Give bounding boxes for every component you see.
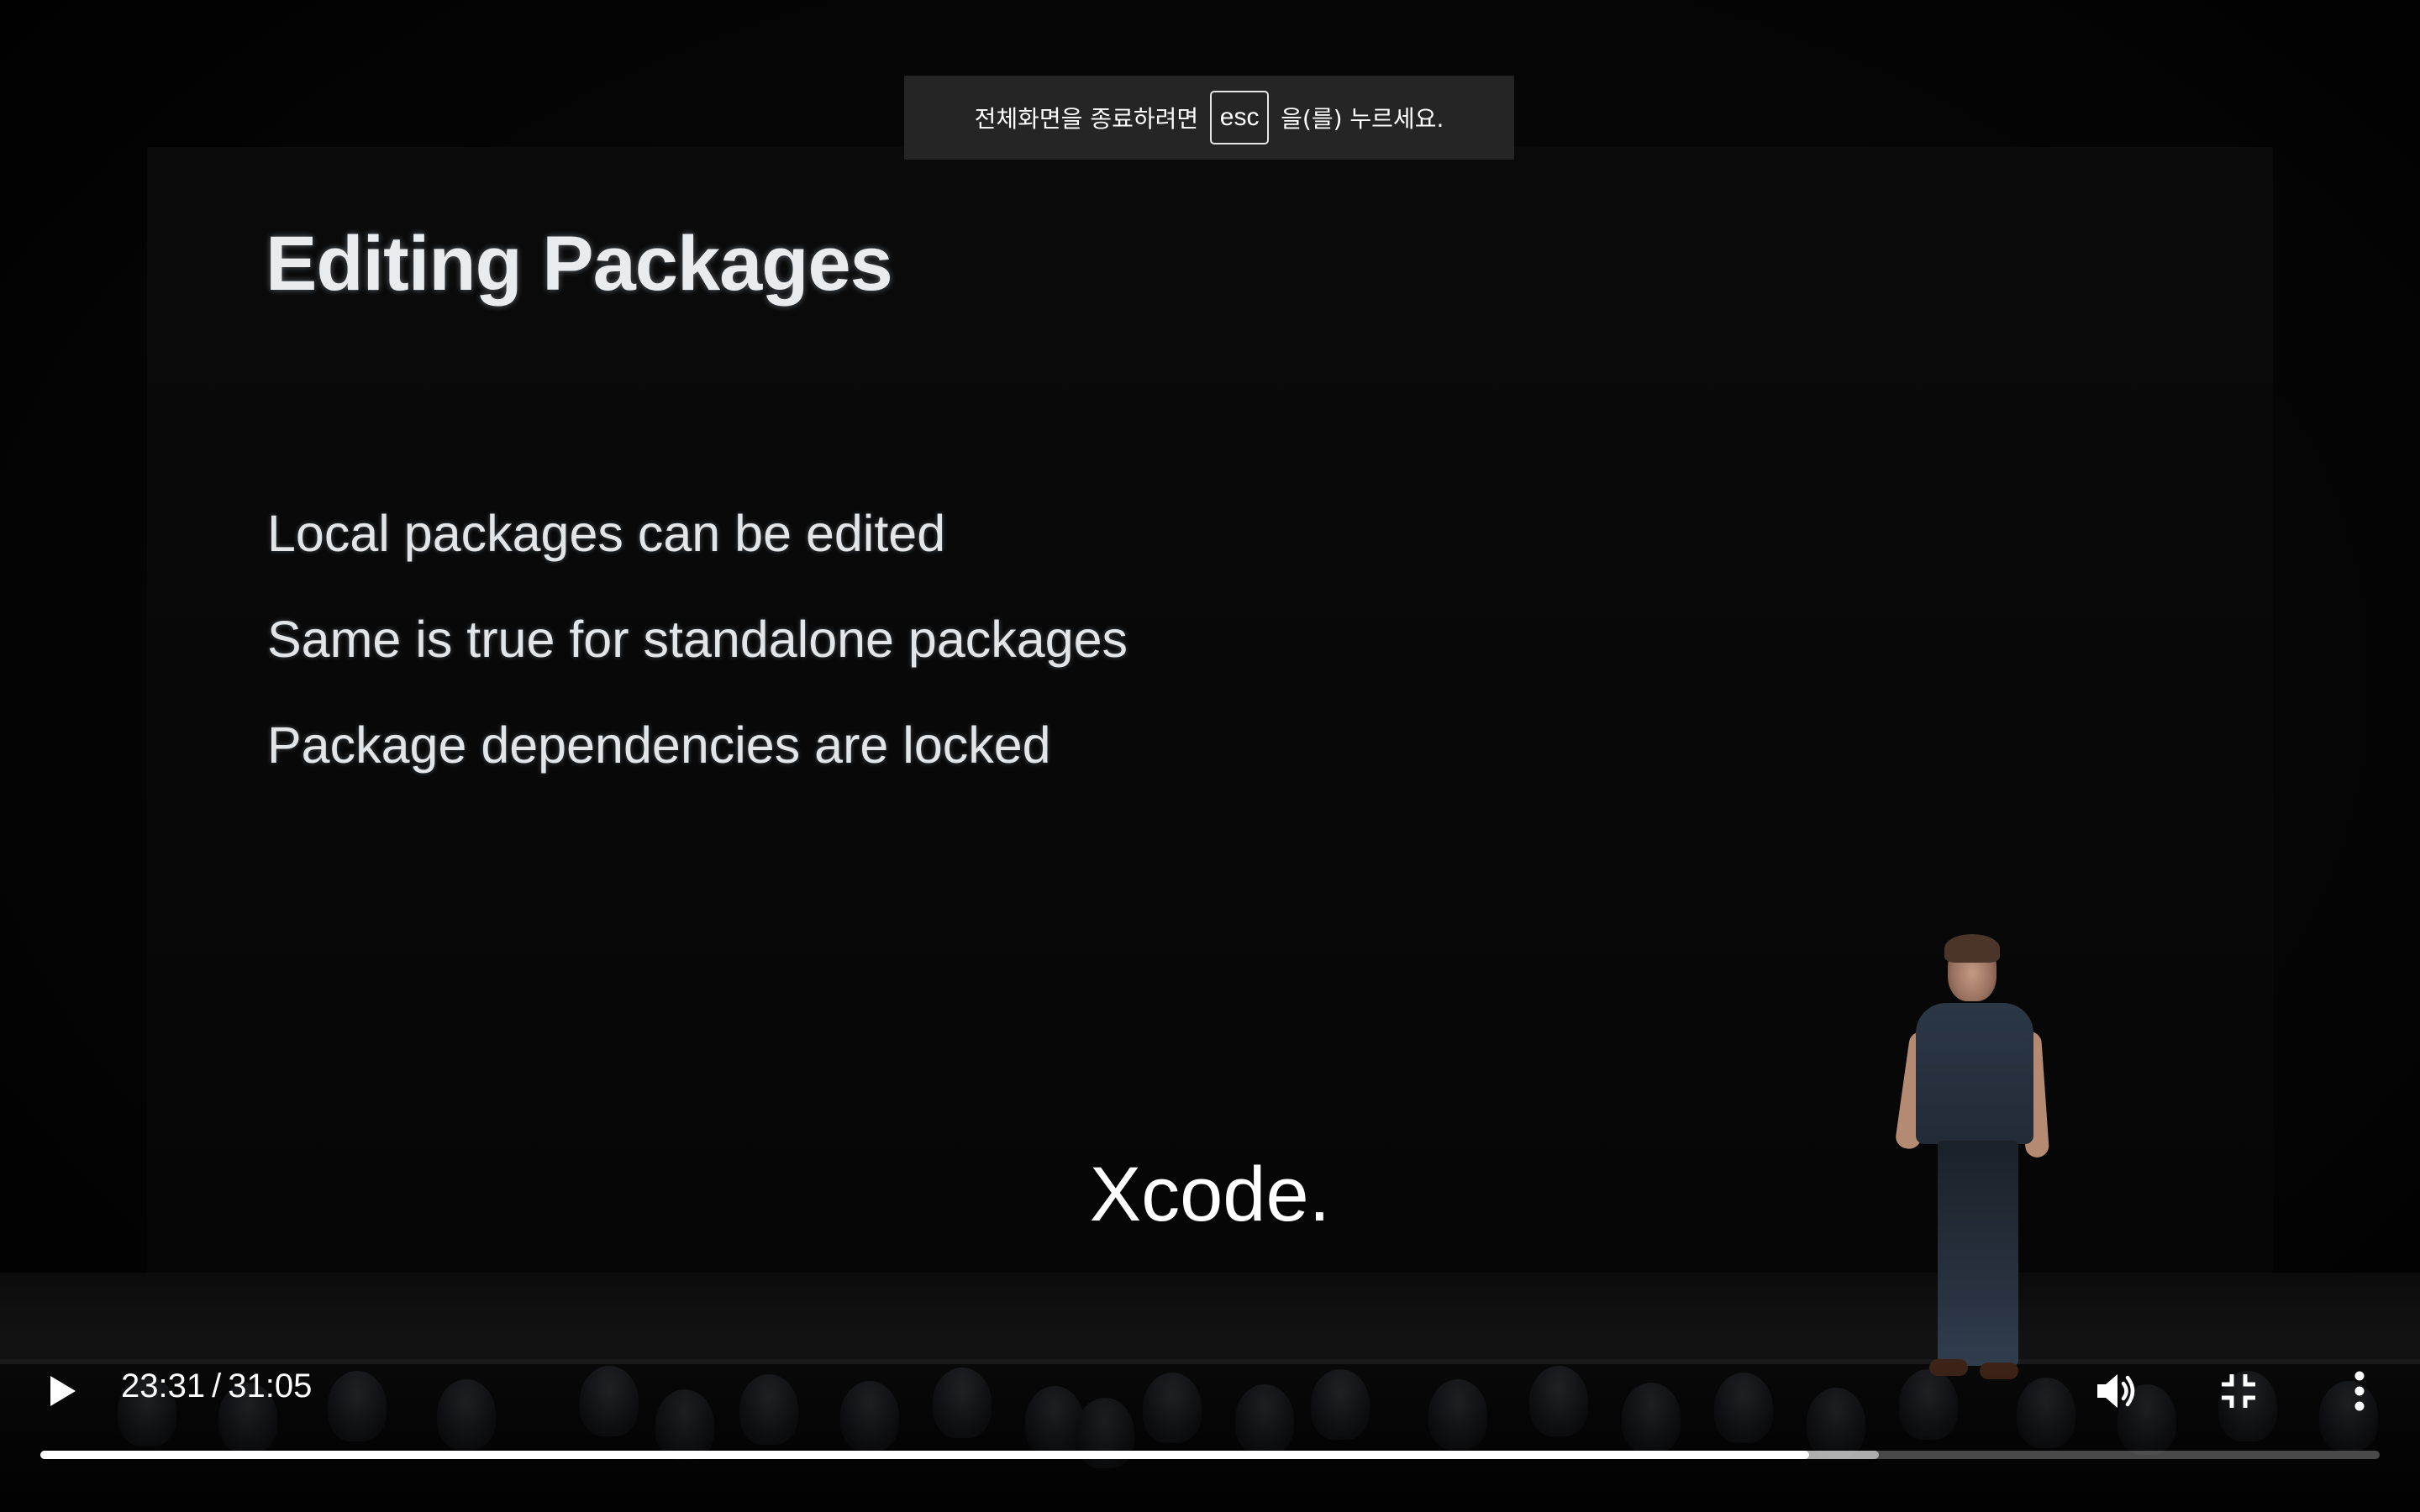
slide-title: Editing Packages	[266, 221, 893, 307]
progress-bar[interactable]	[40, 1451, 2380, 1459]
presenter-torso	[1916, 1003, 2033, 1144]
subtitle-caption: Xcode.	[1089, 1152, 1331, 1237]
duration: 31:05	[228, 1368, 313, 1404]
notice-suffix: 을(를) 누르세요.	[1281, 105, 1444, 133]
more-options-button[interactable]	[2326, 1357, 2393, 1425]
slide-bullet: Local packages can be edited	[267, 505, 946, 562]
esc-key-badge: esc	[1210, 91, 1270, 144]
slide-bullet: Package dependencies are locked	[267, 717, 1051, 774]
progress-played	[40, 1451, 1809, 1459]
exit-fullscreen-button[interactable]	[2205, 1357, 2272, 1425]
play-icon	[50, 1376, 76, 1406]
volume-icon	[2097, 1374, 2135, 1408]
time-separator: /	[212, 1368, 222, 1404]
volume-button[interactable]	[2084, 1357, 2151, 1425]
more-vert-icon	[2354, 1371, 2365, 1411]
presenter-hair	[1944, 934, 2000, 963]
video-frame[interactable]: Editing Packages Local packages can be e…	[0, 0, 2420, 1512]
controls-overlay	[0, 1310, 2420, 1512]
fullscreen-exit-notice: 전체화면을 종료하려면 esc 을(를) 누르세요.	[904, 76, 1514, 160]
video-player[interactable]: Editing Packages Local packages can be e…	[0, 0, 2420, 1512]
current-time: 23:31	[121, 1368, 206, 1404]
notice-prefix: 전체화면을 종료하려면	[974, 105, 1199, 133]
slide-bullet: Same is true for standalone packages	[267, 611, 1128, 668]
time-display: 23:31/31:05	[121, 1368, 312, 1405]
exit-fullscreen-icon	[2222, 1374, 2255, 1408]
play-button[interactable]	[29, 1357, 96, 1425]
